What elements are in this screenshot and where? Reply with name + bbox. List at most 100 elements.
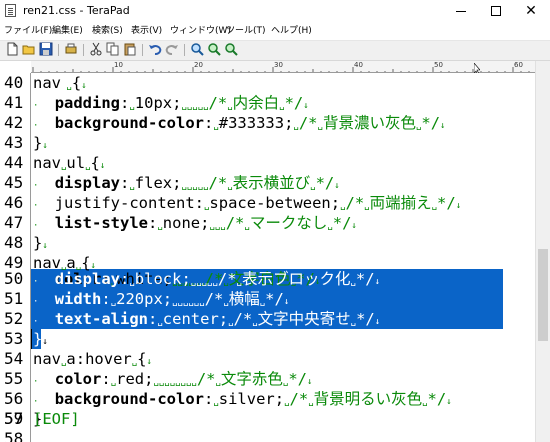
close-icon: ✕ [525, 3, 537, 19]
find-button[interactable] [189, 42, 205, 58]
code-text: nav␣a:hover␣{↓ [33, 350, 152, 368]
code-text: · list-style:␣none;␣␣␣/*␣マークなし␣*/↓ [33, 214, 357, 232]
code-line: 44 nav␣ul␣{↓ [0, 153, 535, 173]
line-number: 40 [4, 73, 24, 92]
code-text: · background-color:␣#333333;␣/*␣背景濃い灰色␣*… [33, 114, 446, 132]
code-text: · justify-content:␣space-between;␣/*␣両端揃… [33, 194, 462, 212]
line-number: 41 [4, 93, 24, 112]
line-number: 44 [4, 153, 24, 172]
ruler-ticks [32, 67, 530, 72]
find-next-icon [208, 43, 221, 56]
code-text: · display:␣block;␣␣␣␣␣/*␣表示ブロック化␣*/↓ [33, 270, 380, 288]
code-line-selected: 53 · text-align:␣center;␣/*␣文字中央寄せ␣*/↓ [0, 309, 535, 348]
ruler-gutter [0, 61, 31, 73]
print-icon [65, 43, 77, 54]
undo-button[interactable] [147, 42, 163, 58]
code-line: 54 }↓ [0, 329, 535, 368]
code-text: · display:␣flex;␣␣␣␣␣/*␣表示横並び␣*/↓ [33, 174, 340, 192]
line-number: 42 [4, 113, 24, 132]
toolbar-separator [184, 44, 185, 56]
code-line: 48 }↓ [0, 233, 535, 253]
redo-button[interactable] [164, 42, 180, 58]
menu-view[interactable]: 表示(V) [131, 24, 162, 38]
ruler-mark: 10 [114, 61, 123, 69]
code-text: · width:␣220px;␣␣␣␣␣␣/*␣横幅␣*/↓ [33, 290, 290, 308]
open-folder-icon [22, 45, 35, 55]
text-editor[interactable]: 40 nav ␣{↓ 41 · padding:␣10px;␣␣␣␣␣/*␣内余… [0, 73, 535, 442]
code-text: nav␣ul␣{↓ [33, 154, 106, 172]
new-file-button[interactable] [4, 42, 20, 58]
maximize-button[interactable] [481, 0, 511, 22]
code-line-selected: 51 · display:␣block;␣␣␣␣␣/*␣表示ブロック化␣*/↓ [0, 269, 535, 308]
terapad-app-icon[interactable] [5, 4, 16, 17]
line-number: 43 [4, 133, 24, 152]
code-text: · background-color:␣silver;␣/*␣背景明るい灰色␣*… [33, 390, 452, 408]
line-number: 45 [4, 173, 24, 192]
save-icon [39, 42, 53, 56]
toolbar-separator [58, 44, 59, 56]
menu-tools[interactable]: ツール(T) [226, 24, 266, 38]
cut-button[interactable] [88, 42, 104, 58]
menu-search[interactable]: 検索(S) [92, 24, 123, 38]
code-line: 40 nav ␣{↓ [0, 73, 535, 93]
text-caret [31, 329, 32, 349]
ruler-mark: 30 [274, 61, 283, 69]
toolbar-separator [142, 44, 143, 56]
cut-icon [90, 42, 102, 56]
line-number: 59 [4, 409, 24, 428]
code-line: 45 · display:␣flex;␣␣␣␣␣/*␣表示横並び␣*/↓ [0, 173, 535, 193]
code-line-selected: 52 · width:␣220px;␣␣␣␣␣␣/*␣横幅␣*/↓ [0, 289, 535, 328]
print-button[interactable] [63, 42, 79, 58]
eof-marker: [EOF] [33, 410, 80, 428]
code-line-eof: 59 [EOF] [0, 409, 535, 429]
title-bar[interactable]: ren21.css - TeraPad ✕ [0, 0, 550, 22]
code-text: · color:␣red;␣␣␣␣␣␣␣␣/*␣文字赤色␣*/↓ [33, 370, 313, 388]
find-next-button[interactable] [206, 42, 222, 58]
toolbar [0, 41, 550, 61]
menu-window[interactable]: ウィンドウ(W) [170, 24, 231, 38]
copy-icon [106, 42, 119, 56]
paste-button[interactable] [122, 42, 138, 58]
minimize-button[interactable] [446, 0, 476, 22]
code-line: 56 · color:␣red;␣␣␣␣␣␣␣␣/*␣文字赤色␣*/↓ [0, 369, 535, 408]
menu-help[interactable]: ヘルプ(H) [271, 24, 312, 38]
code-text: · text-align:␣center;␣/*␣文字中央寄せ␣*/↓ [33, 310, 381, 328]
vertical-scrollbar[interactable] [535, 61, 550, 442]
ruler-mark: 60 [514, 61, 523, 69]
paste-icon [124, 43, 136, 56]
code-text: nav ␣{↓ [33, 74, 87, 92]
menu-edit[interactable]: 編集(E) [52, 24, 83, 38]
ruler-mark: 50 [434, 61, 443, 69]
menu-file[interactable]: ファイル(F) [4, 24, 52, 38]
code-line: 43 }↓ [0, 133, 535, 153]
window-title: ren21.css - TeraPad [23, 4, 130, 17]
code-line: 47 · list-style:␣none;␣␣␣/*␣マークなし␣*/↓ [0, 213, 535, 233]
code-line: 42 · background-color:␣#333333;␣/*␣背景濃い灰… [0, 113, 535, 133]
find-previous-button[interactable] [223, 42, 239, 58]
ruler-mark: 20 [194, 61, 203, 69]
line-number: 48 [4, 233, 24, 252]
code-text: }↓ [33, 134, 48, 152]
save-button[interactable] [38, 42, 54, 58]
code-line: 46 · justify-content:␣space-between;␣/*␣… [0, 193, 535, 213]
terapad-window: ren21.css - TeraPad ✕ ファイル(F) 編集(E) 検索(S… [0, 0, 550, 442]
code-line: 57 · background-color:␣silver;␣/*␣背景明るい灰… [0, 389, 535, 428]
copy-button[interactable] [105, 42, 121, 58]
new-file-icon [7, 42, 18, 56]
ruler-mark: 40 [354, 61, 363, 69]
code-line: 41 · padding:␣10px;␣␣␣␣␣/*␣内余白␣*/↓ [0, 93, 535, 113]
redo-icon [165, 45, 178, 55]
minimize-icon [456, 10, 466, 12]
ruler: 10 20 30 40 50 60 [0, 61, 550, 73]
open-folder-button[interactable] [21, 42, 37, 58]
code-line: 55 nav␣a:hover␣{↓ [0, 349, 535, 388]
ruler-scale: 10 20 30 40 50 60 [31, 61, 535, 73]
find-icon [191, 43, 204, 56]
scrollbar-thumb[interactable] [538, 249, 548, 341]
code-text: }↓ [33, 234, 48, 252]
close-button[interactable]: ✕ [516, 0, 546, 22]
toolbar-separator [83, 44, 84, 56]
find-previous-icon [225, 43, 238, 56]
code-text: · padding:␣10px;␣␣␣␣␣/*␣内余白␣*/↓ [33, 94, 309, 112]
line-number: 46 [4, 193, 24, 212]
